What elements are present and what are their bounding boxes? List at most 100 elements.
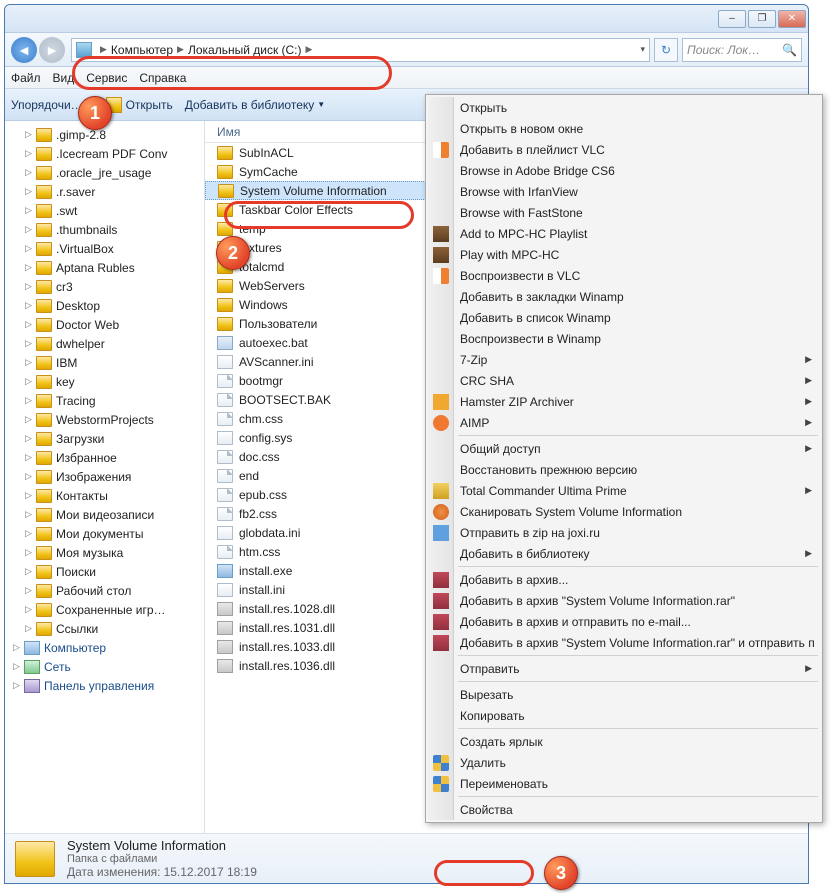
context-item[interactable]: Добавить в плейлист VLC xyxy=(428,139,820,160)
tree-folder[interactable]: ▷Мои видеозаписи xyxy=(5,505,204,524)
context-item[interactable]: Удалить xyxy=(428,752,820,773)
tree-folder[interactable]: ▷Избранное xyxy=(5,448,204,467)
back-button[interactable]: ◄ xyxy=(11,37,37,63)
breadcrumb-computer[interactable]: Компьютер xyxy=(111,43,173,57)
tree-folder[interactable]: ▷dwhelper xyxy=(5,334,204,353)
expand-icon[interactable]: ▷ xyxy=(23,490,34,501)
menu-file[interactable]: Файл xyxy=(11,71,41,85)
tree-folder[interactable]: ▷Сохраненные игр… xyxy=(5,600,204,619)
expand-icon[interactable]: ▷ xyxy=(23,243,34,254)
expand-icon[interactable]: ▷ xyxy=(23,186,34,197)
expand-icon[interactable]: ▷ xyxy=(23,262,34,273)
expand-icon[interactable]: ▷ xyxy=(23,357,34,368)
tree-folder[interactable]: ▷key xyxy=(5,372,204,391)
context-item[interactable]: Добавить в архив "System Volume Informat… xyxy=(428,590,820,611)
context-item[interactable]: Добавить в архив "System Volume Informat… xyxy=(428,632,820,653)
expand-icon[interactable]: ▷ xyxy=(11,642,22,653)
tree-folder[interactable]: ▷Ссылки xyxy=(5,619,204,638)
expand-icon[interactable]: ▷ xyxy=(23,509,34,520)
forward-button[interactable]: ► xyxy=(39,37,65,63)
context-item[interactable]: Свойства xyxy=(428,799,820,820)
context-item[interactable]: CRC SHA▶ xyxy=(428,370,820,391)
tree-cp[interactable]: ▷Панель управления xyxy=(5,676,204,695)
tree-folder[interactable]: ▷IBM xyxy=(5,353,204,372)
context-item[interactable]: Total Commander Ultima Prime▶ xyxy=(428,480,820,501)
expand-icon[interactable]: ▷ xyxy=(23,376,34,387)
expand-icon[interactable]: ▷ xyxy=(23,547,34,558)
expand-icon[interactable]: ▷ xyxy=(23,319,34,330)
context-item[interactable]: Восстановить прежнюю версию xyxy=(428,459,820,480)
menu-service[interactable]: Сервис xyxy=(86,71,127,85)
tree-folder[interactable]: ▷.Icecream PDF Conv xyxy=(5,144,204,163)
context-item[interactable]: Отправить▶ xyxy=(428,658,820,679)
close-button[interactable]: ✕ xyxy=(778,10,806,28)
expand-icon[interactable]: ▷ xyxy=(23,452,34,463)
expand-icon[interactable]: ▷ xyxy=(23,129,34,140)
tree-net[interactable]: ▷Сеть xyxy=(5,657,204,676)
context-item[interactable]: Добавить в закладки Winamp xyxy=(428,286,820,307)
expand-icon[interactable]: ▷ xyxy=(23,148,34,159)
tree-folder[interactable]: ▷Изображения xyxy=(5,467,204,486)
expand-icon[interactable]: ▷ xyxy=(23,224,34,235)
expand-icon[interactable]: ▷ xyxy=(11,661,22,672)
folder-tree[interactable]: ▷.gimp-2.8▷.Icecream PDF Conv▷.oracle_jr… xyxy=(5,121,205,833)
expand-icon[interactable]: ▷ xyxy=(23,585,34,596)
context-item[interactable]: Browse with FastStone xyxy=(428,202,820,223)
expand-icon[interactable]: ▷ xyxy=(23,433,34,444)
context-item[interactable]: Browse in Adobe Bridge CS6 xyxy=(428,160,820,181)
expand-icon[interactable]: ▷ xyxy=(11,680,22,691)
context-item[interactable]: Общий доступ▶ xyxy=(428,438,820,459)
context-item[interactable]: Вырезать xyxy=(428,684,820,705)
tree-folder[interactable]: ▷Поиски xyxy=(5,562,204,581)
context-item[interactable]: Добавить в библиотеку▶ xyxy=(428,543,820,564)
context-item[interactable]: Сканировать System Volume Information xyxy=(428,501,820,522)
context-item[interactable]: Add to MPC-HC Playlist xyxy=(428,223,820,244)
context-item[interactable]: AIMP▶ xyxy=(428,412,820,433)
expand-icon[interactable]: ▷ xyxy=(23,167,34,178)
expand-icon[interactable]: ▷ xyxy=(23,471,34,482)
expand-icon[interactable]: ▷ xyxy=(23,566,34,577)
context-item[interactable]: Отправить в zip на joxi.ru xyxy=(428,522,820,543)
tree-computer[interactable]: ▷Компьютер xyxy=(5,638,204,657)
tree-folder[interactable]: ▷Моя музыка xyxy=(5,543,204,562)
context-item[interactable]: Добавить в архив... xyxy=(428,569,820,590)
expand-icon[interactable]: ▷ xyxy=(23,414,34,425)
refresh-button[interactable]: ↻ xyxy=(654,38,678,62)
expand-icon[interactable]: ▷ xyxy=(23,623,34,634)
minimize-button[interactable]: – xyxy=(718,10,746,28)
context-item[interactable]: 7-Zip▶ xyxy=(428,349,820,370)
menu-view[interactable]: Вид xyxy=(53,71,75,85)
context-item[interactable]: Добавить в архив и отправить по e-mail..… xyxy=(428,611,820,632)
tree-folder[interactable]: ▷.VirtualBox xyxy=(5,239,204,258)
expand-icon[interactable]: ▷ xyxy=(23,338,34,349)
expand-icon[interactable]: ▷ xyxy=(23,300,34,311)
tree-folder[interactable]: ▷.swt xyxy=(5,201,204,220)
tree-folder[interactable]: ▷.gimp-2.8 xyxy=(5,125,204,144)
context-item[interactable]: Создать ярлык xyxy=(428,731,820,752)
breadcrumb-drive-c[interactable]: Локальный диск (C:) xyxy=(188,43,302,57)
tree-folder[interactable]: ▷Загрузки xyxy=(5,429,204,448)
tree-folder[interactable]: ▷Tracing xyxy=(5,391,204,410)
context-item[interactable]: Открыть xyxy=(428,97,820,118)
context-item[interactable]: Переименовать xyxy=(428,773,820,794)
maximize-button[interactable]: ❐ xyxy=(748,10,776,28)
add-to-library-button[interactable]: Добавить в библиотеку▼ xyxy=(185,98,325,112)
tree-folder[interactable]: ▷Контакты xyxy=(5,486,204,505)
context-item[interactable]: Добавить в список Winamp xyxy=(428,307,820,328)
tree-folder[interactable]: ▷Мои документы xyxy=(5,524,204,543)
context-item[interactable]: Открыть в новом окне xyxy=(428,118,820,139)
context-item[interactable]: Копировать xyxy=(428,705,820,726)
tree-folder[interactable]: ▷Doctor Web xyxy=(5,315,204,334)
context-item[interactable]: Hamster ZIP Archiver▶ xyxy=(428,391,820,412)
open-button[interactable]: Открыть xyxy=(106,97,173,113)
tree-folder[interactable]: ▷Desktop xyxy=(5,296,204,315)
tree-folder[interactable]: ▷.r.saver xyxy=(5,182,204,201)
search-input[interactable]: Поиск: Лок… 🔍 xyxy=(682,38,802,62)
tree-folder[interactable]: ▷.oracle_jre_usage xyxy=(5,163,204,182)
expand-icon[interactable]: ▷ xyxy=(23,281,34,292)
tree-folder[interactable]: ▷WebstormProjects xyxy=(5,410,204,429)
tree-folder[interactable]: ▷Рабочий стол xyxy=(5,581,204,600)
menu-help[interactable]: Справка xyxy=(139,71,186,85)
expand-icon[interactable]: ▷ xyxy=(23,395,34,406)
context-item[interactable]: Воспроизвести в VLC xyxy=(428,265,820,286)
